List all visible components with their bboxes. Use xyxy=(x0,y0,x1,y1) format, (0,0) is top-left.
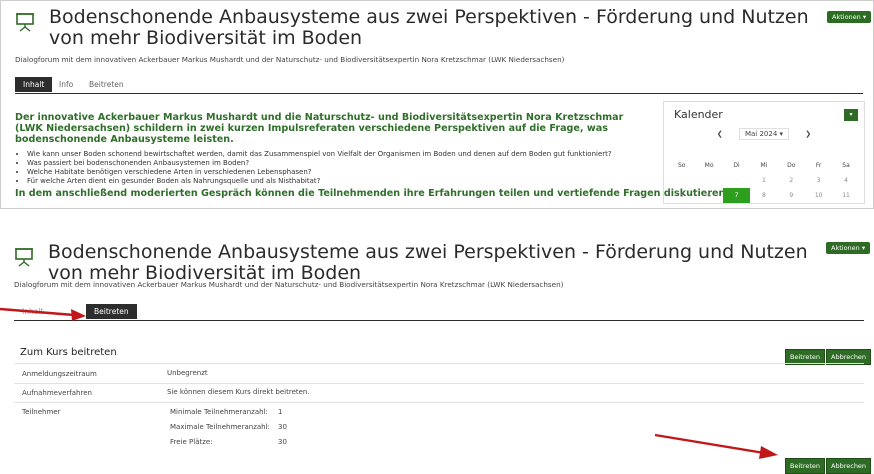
chevron-right-icon[interactable]: ❯ xyxy=(805,130,811,138)
calendar-day[interactable]: 3 xyxy=(805,173,832,188)
calendar-day[interactable] xyxy=(723,173,750,188)
list-item: Welche Habitate benötigen verschiedene A… xyxy=(27,168,643,177)
cancel-button[interactable]: Abbrechen xyxy=(826,458,872,474)
calendar-day[interactable]: 8 xyxy=(750,188,777,203)
participants-label: Teilnehmer xyxy=(22,408,61,416)
presentation-board-icon xyxy=(15,248,33,267)
calendar-day[interactable]: 1 xyxy=(750,173,777,188)
course-subtitle: Dialogforum mit dem innovativen Ackerbau… xyxy=(14,280,564,289)
presentation-board-icon xyxy=(16,13,34,32)
actions-dropdown-button[interactable]: Aktionen ▾ xyxy=(826,242,871,254)
weekday-label: Mo xyxy=(704,162,714,169)
tab-bar: Inhalt Beitreten xyxy=(14,304,864,321)
weekday-label: Sa xyxy=(842,162,850,169)
free-places-label: Freie Plätze: xyxy=(170,438,213,446)
calendar-menu-button[interactable]: ▾ xyxy=(844,109,858,121)
divider xyxy=(14,383,864,384)
calendar-widget: Kalender ▾ ❮ Mai 2024 ▾ ❯ So Mo Di Mi Do… xyxy=(663,101,865,204)
list-item: Wie kann unser Boden schonend bewirtscha… xyxy=(27,150,643,159)
course-description: Der innovative Ackerbauer Markus Mushard… xyxy=(15,112,643,186)
course-subtitle: Dialogforum mit dem innovativen Ackerbau… xyxy=(15,55,565,64)
course-title: Bodenschonende Anbausysteme aus zwei Per… xyxy=(49,6,809,49)
divider xyxy=(14,363,864,364)
tab-info[interactable]: Info xyxy=(51,77,81,92)
max-participants-label: Maximale Teilnehmeranzahl: xyxy=(170,423,270,431)
closing-text: In dem anschließend moderierten Gespräch… xyxy=(15,188,730,199)
calendar-day[interactable]: 5 xyxy=(668,188,695,203)
calendar-day[interactable]: 2 xyxy=(778,173,805,188)
free-places-value: 30 xyxy=(278,438,287,446)
join-actions-bottom: Beitreten Abbrechen xyxy=(784,453,872,474)
calendar-nav: ❮ Mai 2024 ▾ ❯ xyxy=(664,128,864,140)
list-item: Was passiert bei bodenschonenden Anbausy… xyxy=(27,159,643,168)
course-panel-info: Bodenschonende Anbausysteme aus zwei Per… xyxy=(0,0,874,209)
weekday-row: So Mo Di Mi Do Fr Sa xyxy=(668,158,860,173)
weekday-label: So xyxy=(677,162,686,169)
week-row: 1 2 3 4 xyxy=(668,173,860,188)
registration-period-label: Anmeldungszeitraum xyxy=(22,370,97,378)
calendar-day[interactable] xyxy=(695,173,722,188)
weekday-label: Di xyxy=(733,162,740,169)
min-participants-label: Minimale Teilnehmeranzahl: xyxy=(170,408,268,416)
weekday-label: Mi xyxy=(760,162,768,169)
tab-inhalt[interactable]: Inhalt xyxy=(15,77,53,92)
arrow-annotation-join xyxy=(654,433,778,459)
min-participants-value: 1 xyxy=(278,408,283,416)
chevron-left-icon[interactable]: ❮ xyxy=(717,130,723,138)
calendar-day[interactable]: 4 xyxy=(832,173,859,188)
calendar-day[interactable]: 9 xyxy=(778,188,805,203)
admission-value: Sie können diesem Kurs direkt beitreten. xyxy=(167,388,310,396)
tab-bar: Inhalt Info Beitreten xyxy=(15,77,863,94)
calendar-grid: So Mo Di Mi Do Fr Sa 1 2 3 4 5 6 7 8 9 1… xyxy=(668,158,860,203)
calendar-day-today[interactable]: 7 xyxy=(722,188,751,203)
week-row: 5 6 7 8 9 10 11 xyxy=(668,188,860,203)
calendar-day[interactable]: 6 xyxy=(695,188,722,203)
join-button[interactable]: Beitreten xyxy=(785,458,826,474)
list-item: Für welche Arten dient ein gesunder Bode… xyxy=(27,177,643,186)
arrow-annotation-tab xyxy=(0,307,86,321)
question-list: Wie kann unser Boden schonend bewirtscha… xyxy=(15,150,643,186)
tab-beitreten[interactable]: Beitreten xyxy=(86,304,137,319)
max-participants-value: 30 xyxy=(278,423,287,431)
calendar-day[interactable]: 11 xyxy=(832,188,859,203)
month-select[interactable]: Mai 2024 ▾ xyxy=(738,128,790,140)
join-actions-top: Beitreten Abbrechen xyxy=(784,344,872,365)
calendar-day[interactable]: 10 xyxy=(805,188,832,203)
calendar-title: Kalender xyxy=(674,108,723,121)
divider xyxy=(14,402,864,403)
course-title: Bodenschonende Anbausysteme aus zwei Per… xyxy=(48,241,808,284)
join-heading: Zum Kurs beitreten xyxy=(20,347,117,358)
admission-label: Aufnahmeverfahren xyxy=(22,389,92,397)
weekday-label: Fr xyxy=(815,162,822,169)
weekday-label: Do xyxy=(787,162,796,169)
tab-beitreten[interactable]: Beitreten xyxy=(81,77,132,92)
lead-text: Der innovative Ackerbauer Markus Mushard… xyxy=(15,112,624,145)
calendar-day[interactable] xyxy=(668,173,695,188)
registration-period-value: Unbegrenzt xyxy=(167,369,208,377)
actions-dropdown-button[interactable]: Aktionen ▾ xyxy=(827,11,872,23)
